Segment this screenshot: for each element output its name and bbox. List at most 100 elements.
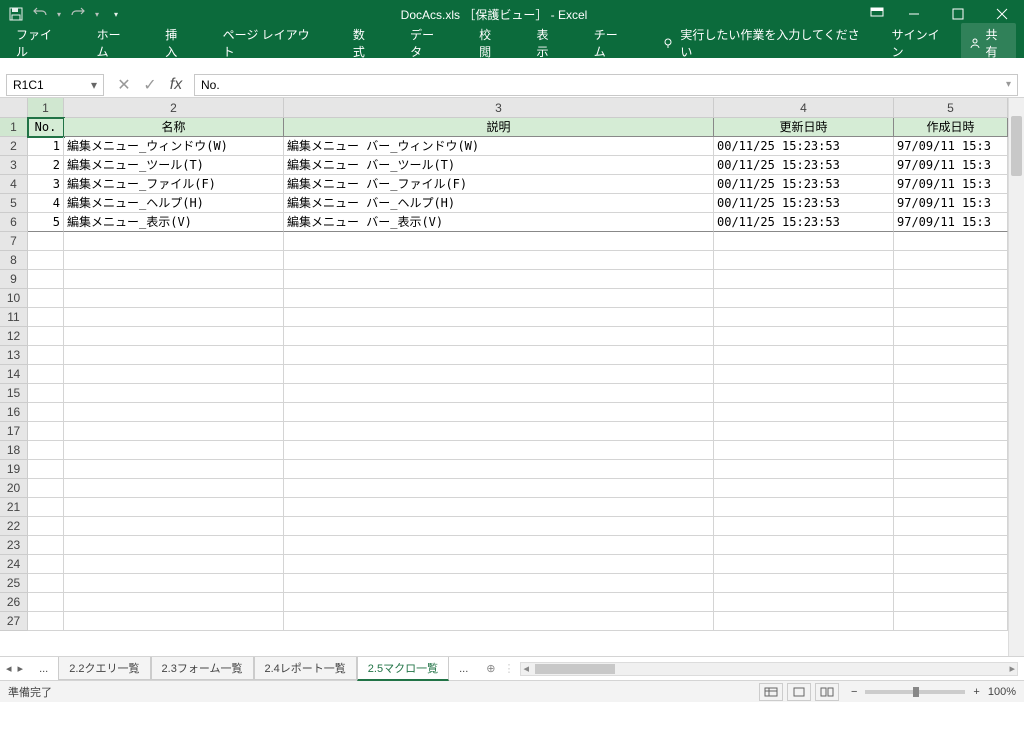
cell[interactable] xyxy=(714,536,894,555)
cell[interactable] xyxy=(894,384,1008,403)
cell[interactable] xyxy=(28,612,64,631)
row-header[interactable]: 25 xyxy=(0,574,28,593)
cell[interactable] xyxy=(64,327,284,346)
view-pagelayout-icon[interactable] xyxy=(787,683,811,701)
horizontal-scroll-thumb[interactable] xyxy=(535,664,615,674)
cell[interactable]: 4 xyxy=(28,194,64,213)
horizontal-scrollbar[interactable]: ◂ ▸ xyxy=(520,662,1018,676)
cell[interactable]: 00/11/25 15:23:53 xyxy=(714,194,894,213)
zoom-thumb[interactable] xyxy=(913,687,919,697)
cell[interactable] xyxy=(64,555,284,574)
tab-review[interactable]: 校閲 xyxy=(471,22,510,64)
column-header[interactable]: 1 xyxy=(28,98,64,118)
cell[interactable] xyxy=(894,498,1008,517)
cell[interactable] xyxy=(714,365,894,384)
row-header[interactable]: 11 xyxy=(0,308,28,327)
cell[interactable] xyxy=(894,479,1008,498)
cell[interactable] xyxy=(714,422,894,441)
cell[interactable]: 97/09/11 15:3 xyxy=(894,156,1008,175)
cell[interactable] xyxy=(714,270,894,289)
cell[interactable] xyxy=(894,612,1008,631)
cell[interactable]: 編集メニュー バー_ウィンドウ(W) xyxy=(284,137,714,156)
cell[interactable] xyxy=(714,441,894,460)
worksheet-grid[interactable]: 12345 1234567891011121314151617181920212… xyxy=(0,98,1024,656)
row-header[interactable]: 22 xyxy=(0,517,28,536)
expand-formula-icon[interactable]: ▾ xyxy=(1006,79,1011,90)
cell[interactable] xyxy=(28,498,64,517)
hscroll-right-icon[interactable]: ▸ xyxy=(1009,662,1015,675)
cell[interactable] xyxy=(894,536,1008,555)
tab-file[interactable]: ファイル xyxy=(8,22,71,64)
cell[interactable]: 編集メニュー バー_ツール(T) xyxy=(284,156,714,175)
row-header[interactable]: 13 xyxy=(0,346,28,365)
cell[interactable] xyxy=(284,384,714,403)
cancel-icon[interactable]: ✕ xyxy=(112,74,136,96)
cell[interactable]: 97/09/11 15:3 xyxy=(894,213,1008,232)
cell[interactable] xyxy=(28,365,64,384)
cell[interactable] xyxy=(284,422,714,441)
vertical-scroll-thumb[interactable] xyxy=(1011,116,1022,176)
cell[interactable]: 00/11/25 15:23:53 xyxy=(714,175,894,194)
cell[interactable]: 3 xyxy=(28,175,64,194)
cell[interactable] xyxy=(64,232,284,251)
cell[interactable] xyxy=(284,232,714,251)
cell[interactable] xyxy=(28,422,64,441)
cell[interactable] xyxy=(894,270,1008,289)
row-header[interactable]: 16 xyxy=(0,403,28,422)
sheet-nav-prev-icon[interactable]: ◂ xyxy=(6,662,12,675)
view-normal-icon[interactable] xyxy=(759,683,783,701)
cell[interactable] xyxy=(894,593,1008,612)
cell[interactable]: 編集メニュー_ツール(T) xyxy=(64,156,284,175)
cell[interactable] xyxy=(284,289,714,308)
cell[interactable] xyxy=(28,289,64,308)
cell[interactable] xyxy=(64,251,284,270)
cell[interactable] xyxy=(284,517,714,536)
cell[interactable] xyxy=(894,232,1008,251)
cell[interactable] xyxy=(28,460,64,479)
row-header[interactable]: 27 xyxy=(0,612,28,631)
column-header[interactable]: 4 xyxy=(714,98,894,118)
cell[interactable] xyxy=(64,308,284,327)
cell[interactable] xyxy=(714,479,894,498)
cell[interactable] xyxy=(284,251,714,270)
cell[interactable] xyxy=(64,536,284,555)
hscroll-left-icon[interactable]: ◂ xyxy=(523,662,529,675)
cell[interactable] xyxy=(64,517,284,536)
cell[interactable] xyxy=(64,403,284,422)
tab-pagelayout[interactable]: ページ レイアウト xyxy=(215,22,327,64)
signin-link[interactable]: サインイン xyxy=(892,26,950,60)
cell[interactable] xyxy=(284,365,714,384)
sheet-tab-report[interactable]: 2.4レポート一覧 xyxy=(254,657,357,680)
cell[interactable]: 00/11/25 15:23:53 xyxy=(714,213,894,232)
cell[interactable] xyxy=(64,346,284,365)
row-header[interactable]: 5 xyxy=(0,194,28,213)
cell[interactable] xyxy=(64,422,284,441)
cell[interactable] xyxy=(714,232,894,251)
cell[interactable]: 編集メニュー バー_ファイル(F) xyxy=(284,175,714,194)
share-button[interactable]: 共有 xyxy=(961,23,1016,63)
cell[interactable] xyxy=(28,270,64,289)
cell[interactable] xyxy=(28,574,64,593)
cell[interactable] xyxy=(894,555,1008,574)
cell[interactable] xyxy=(714,555,894,574)
cells[interactable]: No.名称説明更新日時作成日時1編集メニュー_ウィンドウ(W)編集メニュー バー… xyxy=(28,118,1008,656)
cell[interactable]: 97/09/11 15:3 xyxy=(894,137,1008,156)
cell[interactable] xyxy=(894,308,1008,327)
cell[interactable] xyxy=(64,498,284,517)
row-header[interactable]: 17 xyxy=(0,422,28,441)
cell[interactable]: 編集メニュー バー_表示(V) xyxy=(284,213,714,232)
cell[interactable] xyxy=(64,365,284,384)
redo-icon[interactable] xyxy=(68,4,88,24)
tab-data[interactable]: データ xyxy=(402,22,453,64)
formula-input[interactable]: No. ▾ xyxy=(194,74,1018,96)
sheet-nav-next-icon[interactable]: ▸ xyxy=(18,662,24,675)
tab-home[interactable]: ホーム xyxy=(89,22,140,64)
cell[interactable]: 更新日時 xyxy=(714,118,894,137)
row-header[interactable]: 14 xyxy=(0,365,28,384)
cell[interactable]: 1 xyxy=(28,137,64,156)
cell[interactable] xyxy=(28,251,64,270)
cell[interactable] xyxy=(284,593,714,612)
cell[interactable] xyxy=(28,479,64,498)
cell[interactable] xyxy=(714,403,894,422)
cell[interactable] xyxy=(894,422,1008,441)
